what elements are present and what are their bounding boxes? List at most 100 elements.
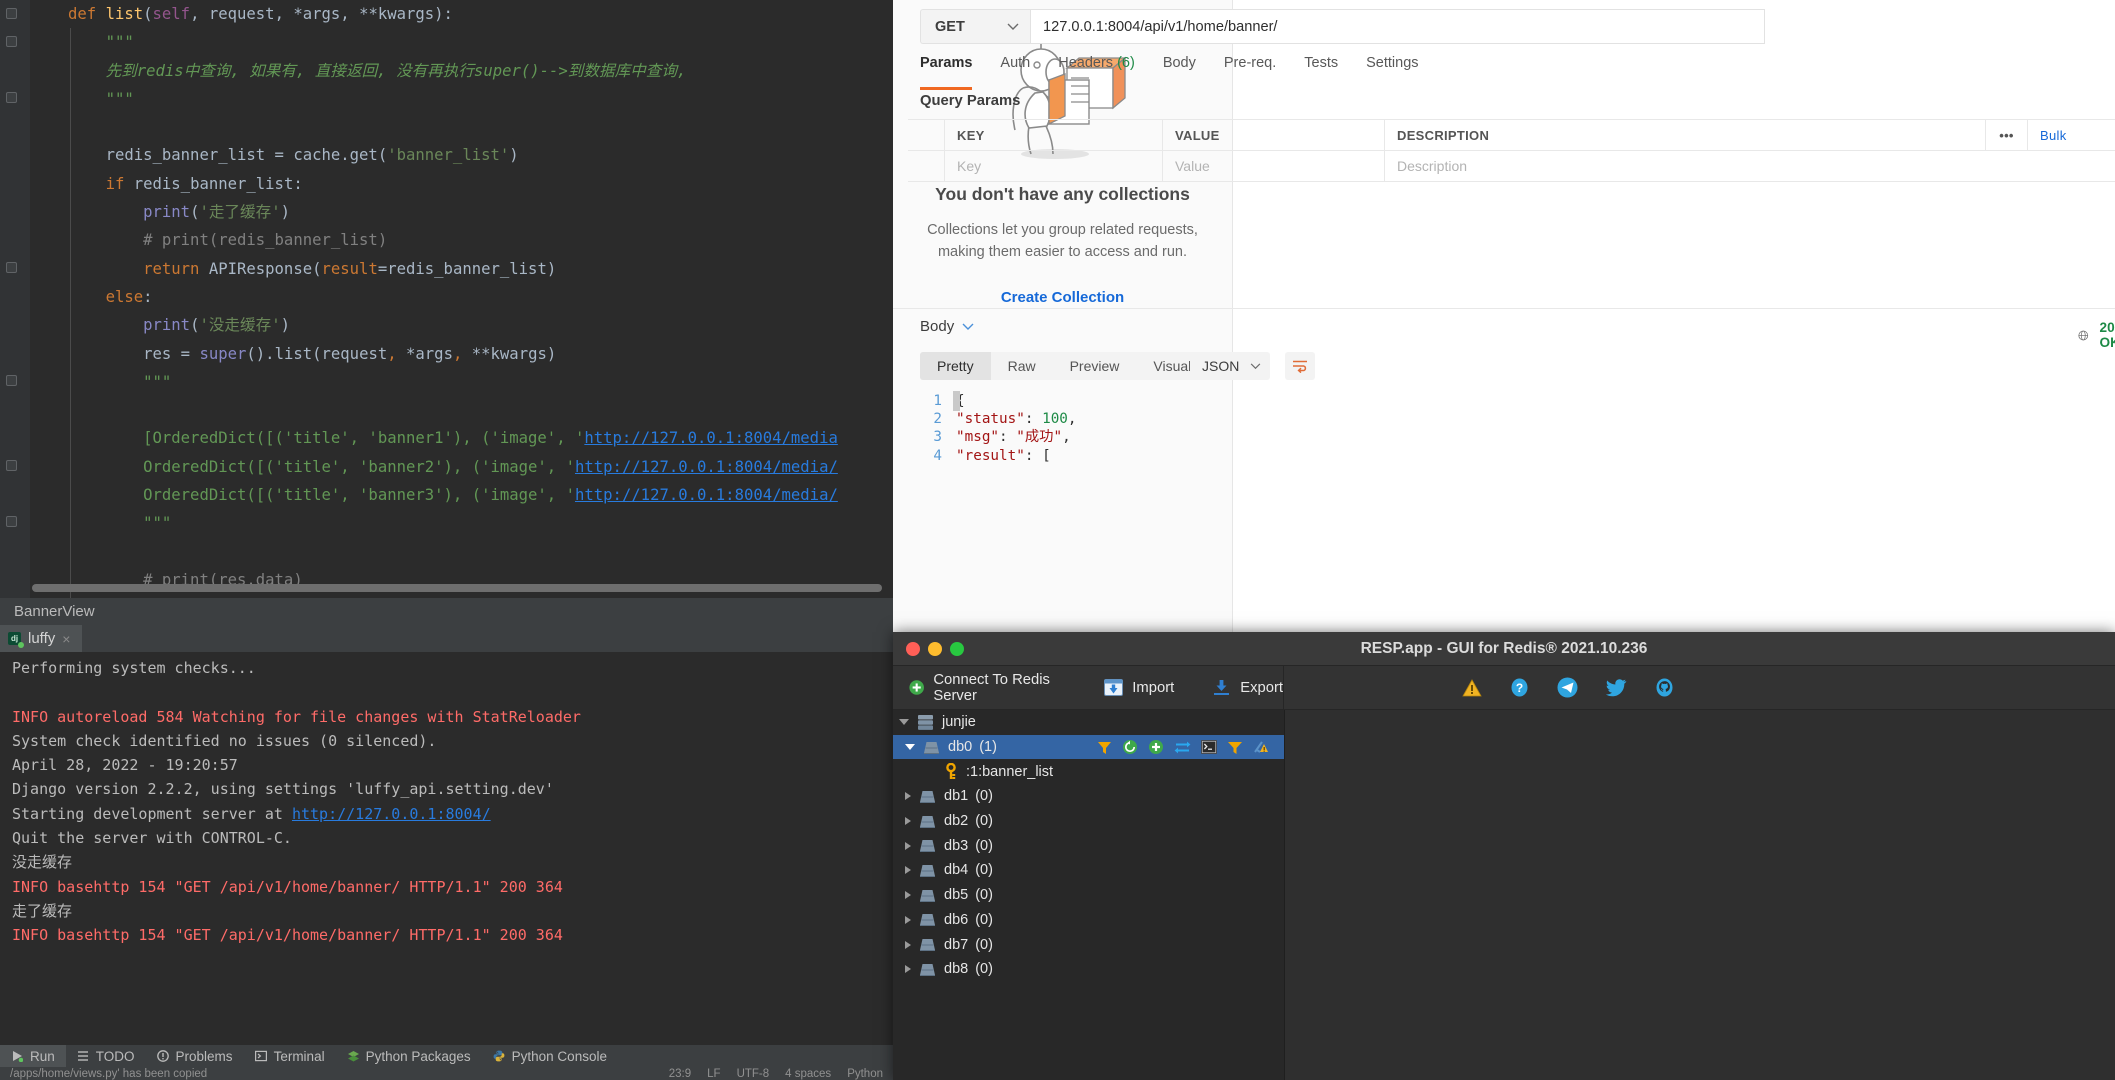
code-token[interactable]: http://127.0.0.1:8004/media/ xyxy=(575,486,838,504)
code-token: [OrderedDict([('title', 'banner1'), ('im… xyxy=(143,429,585,448)
code-token: """ xyxy=(143,514,172,533)
redis-db-item[interactable]: db5 (0) xyxy=(893,883,1284,908)
tab-prereq[interactable]: Pre-req. xyxy=(1210,55,1290,85)
sync-icon[interactable] xyxy=(1174,740,1191,755)
editor-gutter[interactable] xyxy=(0,0,30,598)
twitter-icon[interactable] xyxy=(1606,678,1627,697)
console-output[interactable]: Performing system checks... INFO autorelo… xyxy=(0,652,893,1045)
code-text[interactable]: def list(self, request, *args, **kwargs)… xyxy=(30,0,893,598)
export-button[interactable]: Export xyxy=(1212,679,1283,696)
scrollbar-thumb[interactable] xyxy=(32,584,882,592)
chevron-right-icon[interactable] xyxy=(905,817,911,826)
value-input[interactable]: Value xyxy=(1163,151,1385,181)
tool-button-problems[interactable]: Problems xyxy=(146,1045,244,1067)
add-key-icon[interactable] xyxy=(1148,739,1164,755)
flush-icon[interactable] xyxy=(1253,739,1270,755)
redis-db-item[interactable]: db4 (0) xyxy=(893,858,1284,883)
telegram-icon[interactable] xyxy=(1557,677,1578,698)
redis-db-item[interactable]: db6 (0) xyxy=(893,908,1284,933)
code-editor[interactable]: def list(self, request, *args, **kwargs)… xyxy=(0,0,893,598)
tool-button-run[interactable]: Run xyxy=(0,1045,66,1067)
code-token[interactable]: http://127.0.0.1:8004/media/ xyxy=(575,458,838,476)
chevron-right-icon[interactable] xyxy=(905,915,911,924)
chevron-right-icon[interactable] xyxy=(905,965,911,974)
response-view-tab-preview[interactable]: Preview xyxy=(1053,352,1137,380)
redis-tree[interactable]: junjie db0 (1):1:banner_list db1 (0) db2 (0) db… xyxy=(893,710,1285,1080)
request-url-input[interactable]: 127.0.0.1:8004/api/v1/home/banner/ xyxy=(1030,9,1765,44)
tab-tests[interactable]: Tests xyxy=(1290,55,1352,85)
fold-marker-icon[interactable] xyxy=(6,262,17,273)
more-options-icon[interactable]: ••• xyxy=(1986,120,2028,150)
connect-to-redis-server-button[interactable]: Connect To Redis Server xyxy=(909,672,1066,704)
tool-button-python-console[interactable]: Python Console xyxy=(482,1045,618,1067)
redis-key-item[interactable]: :1:banner_list xyxy=(893,759,1284,784)
fold-marker-icon[interactable] xyxy=(6,8,17,19)
console-icon[interactable] xyxy=(1201,740,1217,754)
http-method-select[interactable]: GET xyxy=(920,9,1030,44)
chevron-right-icon[interactable] xyxy=(905,891,911,900)
tab-params[interactable]: Params xyxy=(920,55,986,90)
fold-marker-icon[interactable] xyxy=(6,460,17,471)
response-view-tab-raw[interactable]: Raw xyxy=(991,352,1053,380)
select-all-checkbox-cell[interactable] xyxy=(908,120,945,150)
fold-marker-icon[interactable] xyxy=(6,36,17,47)
column-header-value: VALUE xyxy=(1163,120,1385,150)
wrap-lines-button[interactable] xyxy=(1285,352,1315,380)
import-icon xyxy=(1104,679,1124,696)
response-format-select[interactable]: JSON xyxy=(1190,352,1270,380)
fold-marker-icon[interactable] xyxy=(6,516,17,527)
help-icon[interactable]: ? xyxy=(1510,678,1529,697)
funnel-icon[interactable] xyxy=(1227,740,1243,755)
indent-setting[interactable]: 4 spaces xyxy=(785,1068,831,1080)
import-button[interactable]: Import xyxy=(1104,679,1174,696)
redis-db-item[interactable]: db0 (1) xyxy=(893,734,1284,760)
redis-db-item[interactable]: db2 (0) xyxy=(893,809,1284,834)
reload-icon[interactable] xyxy=(1122,739,1138,755)
python-interpreter[interactable]: Python xyxy=(847,1068,883,1080)
chevron-down-icon[interactable] xyxy=(905,744,915,751)
console-link[interactable]: http://127.0.0.1:8004/ xyxy=(292,805,491,823)
chevron-right-icon[interactable] xyxy=(905,940,911,949)
tab-headers[interactable]: Headers (6) xyxy=(1044,55,1149,85)
fold-marker-icon[interactable] xyxy=(6,92,17,103)
redis-db-item[interactable]: db7 (0) xyxy=(893,932,1284,957)
table-row[interactable]: Key Value Description xyxy=(908,151,2115,182)
response-json-body[interactable]: 1{2 "status": 100, 3 "msg": "成功", 4 "resul… xyxy=(920,392,2100,472)
code-token[interactable]: http://127.0.0.1:8004/media xyxy=(584,429,837,447)
line-separator[interactable]: LF xyxy=(707,1068,720,1080)
chevron-right-icon[interactable] xyxy=(905,866,911,875)
file-encoding[interactable]: UTF-8 xyxy=(737,1068,770,1080)
create-collection-button[interactable]: Create Collection xyxy=(1001,289,1124,306)
close-icon[interactable]: × xyxy=(62,631,70,647)
response-body-selector[interactable]: Body xyxy=(920,318,974,335)
chevron-right-icon[interactable] xyxy=(905,841,911,850)
tool-button-todo[interactable]: TODO xyxy=(66,1045,146,1067)
response-view-tab-pretty[interactable]: Pretty xyxy=(920,352,991,380)
chevron-right-icon[interactable] xyxy=(905,792,911,801)
github-icon[interactable] xyxy=(1655,678,1674,697)
warning-icon[interactable] xyxy=(1462,678,1482,697)
run-tab-luffy[interactable]: dj luffy × xyxy=(0,625,83,652)
tree-item-label: db6 xyxy=(944,911,969,928)
code-token: return xyxy=(143,259,209,278)
key-input[interactable]: Key xyxy=(945,151,1163,181)
caret-position[interactable]: 23:9 xyxy=(669,1068,691,1080)
tool-button-terminal[interactable]: Terminal xyxy=(244,1045,336,1067)
export-label: Export xyxy=(1240,679,1283,696)
redis-server-item[interactable]: junjie xyxy=(893,710,1284,735)
tab-body[interactable]: Body xyxy=(1149,55,1210,85)
description-input[interactable]: Description xyxy=(1385,151,2115,181)
editor-horizontal-scrollbar[interactable] xyxy=(30,582,890,593)
tool-button-python-packages[interactable]: Python Packages xyxy=(336,1045,482,1067)
filter-icon[interactable] xyxy=(1097,740,1112,755)
row-checkbox-cell[interactable] xyxy=(908,151,945,181)
tab-settings[interactable]: Settings xyxy=(1352,55,1432,85)
bulk-edit-button[interactable]: Bulk xyxy=(2028,120,2115,150)
tab-auth[interactable]: Auth xyxy=(986,55,1044,85)
redis-db-item[interactable]: db3 (0) xyxy=(893,833,1284,858)
fold-marker-icon[interactable] xyxy=(6,375,17,386)
redis-db-item[interactable]: db1 (0) xyxy=(893,784,1284,809)
redis-db-item[interactable]: db8 (0) xyxy=(893,957,1284,982)
resp-toolbar-right-icons: ? xyxy=(1462,677,1674,698)
chevron-down-icon[interactable] xyxy=(899,719,909,726)
